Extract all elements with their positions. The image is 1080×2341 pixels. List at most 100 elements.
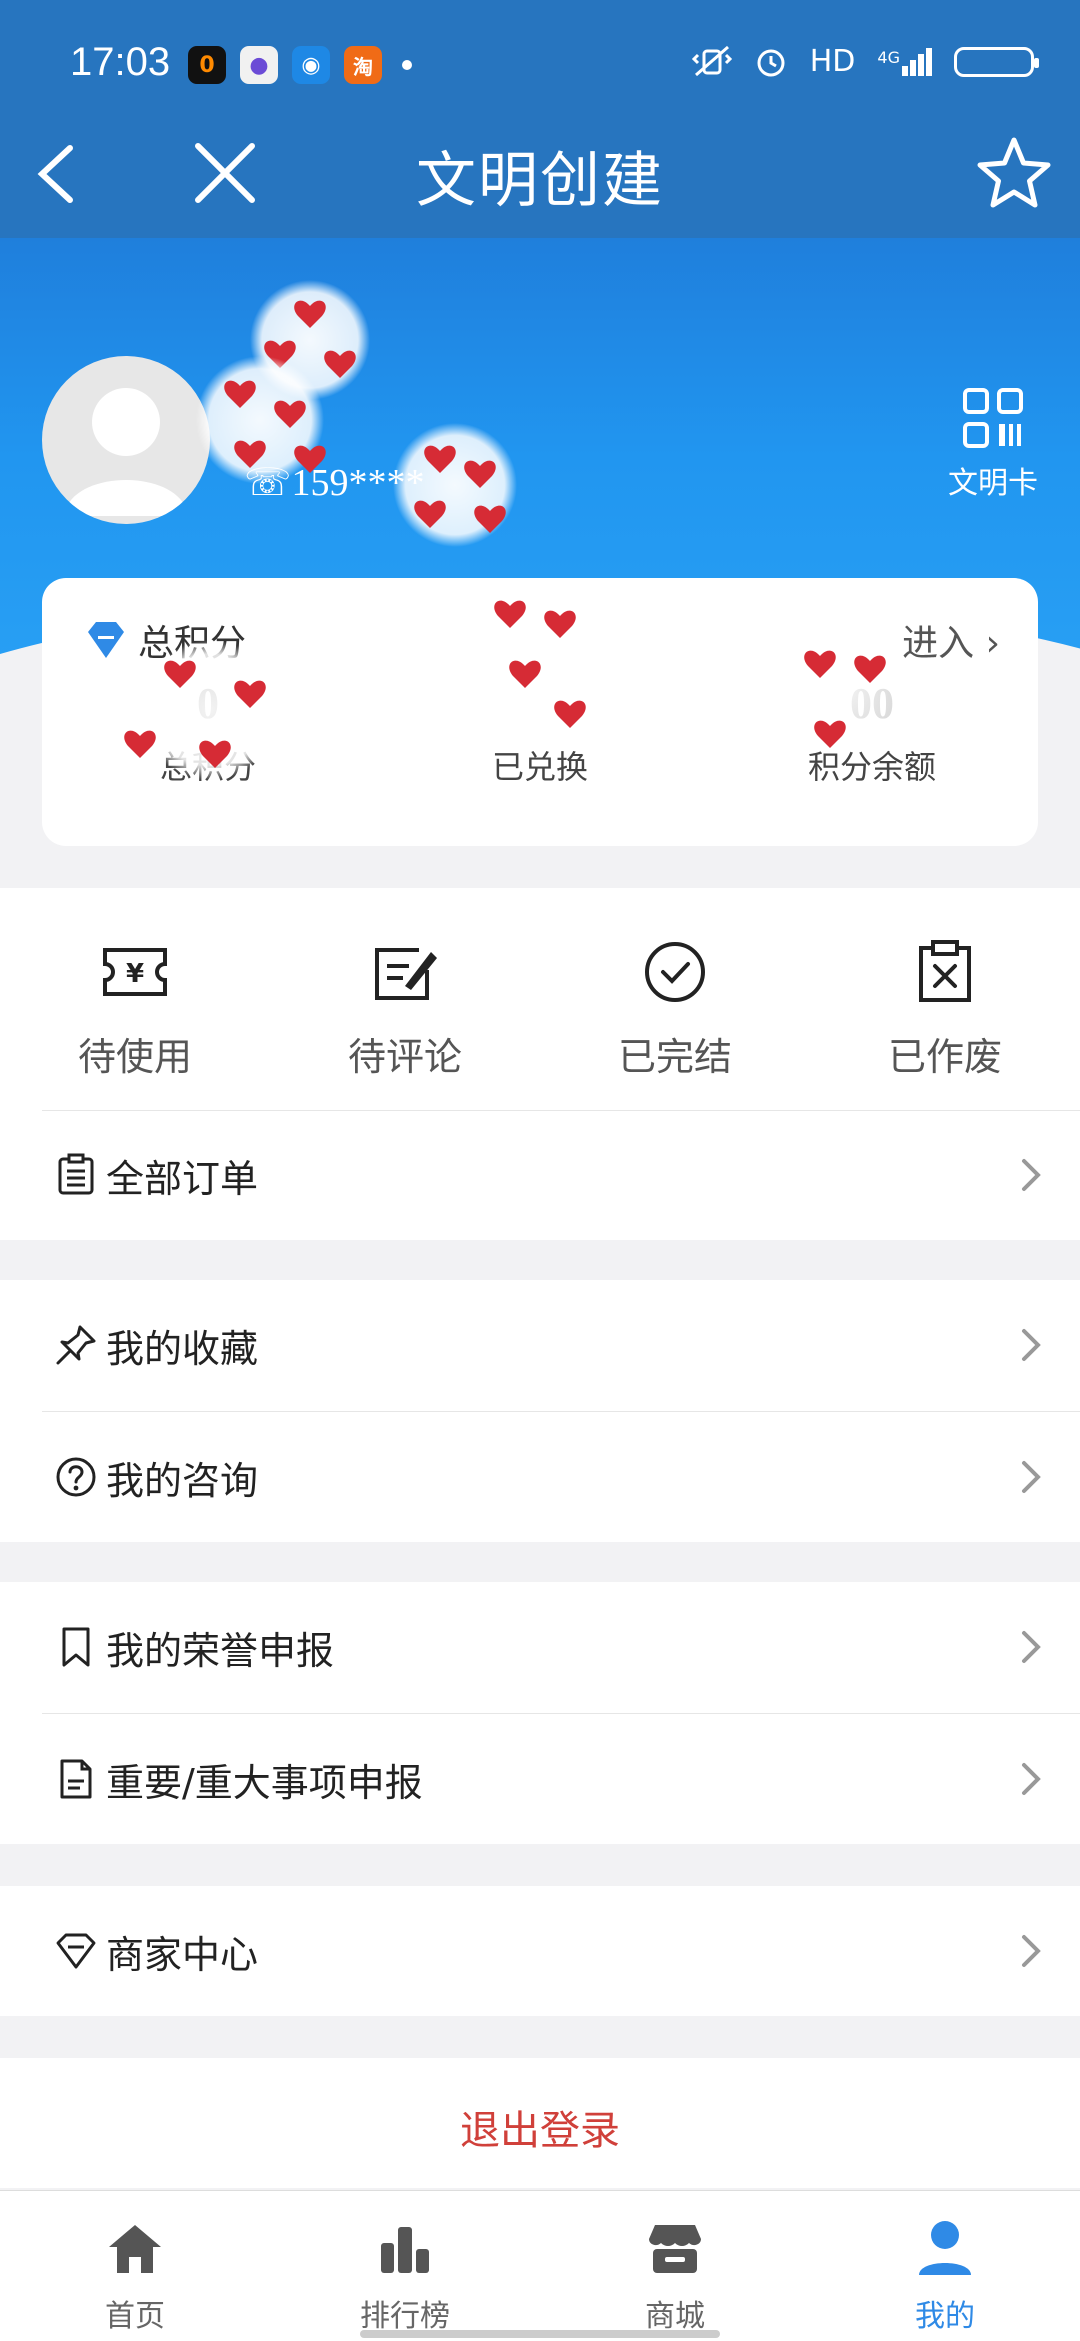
order-status-row: ¥ 待使用 待评论 已完结 已作废 [0, 936, 1080, 1081]
cancelled-clipboard-icon [919, 940, 971, 1002]
consult-label: 我的咨询 [106, 1458, 259, 1503]
order-status-label: 已作废 [887, 1035, 1002, 1079]
menu-group-2: 我的荣誉申报 重要/重大事项申报 [0, 1582, 1080, 1844]
help-circle-icon [56, 1457, 96, 1497]
points-stat-label: 已兑换 [491, 748, 588, 786]
points-stat-redeemed[interactable]: 已兑换 [374, 678, 706, 788]
points-stat-value: 0 [197, 679, 219, 728]
points-enter-link[interactable]: 进入 › [902, 614, 1000, 666]
signal-icon: 4G [877, 47, 932, 76]
logout-label: 退出登录 [460, 2108, 620, 2154]
order-status-completed[interactable]: 已完结 [540, 936, 810, 1081]
order-status-label: 待评论 [347, 1035, 462, 1079]
network-type-label: 4G [877, 47, 900, 67]
favorites-label: 我的收藏 [106, 1326, 259, 1371]
chevron-right-icon [1022, 1935, 1041, 1967]
battery-icon [954, 46, 1039, 77]
points-stat-total[interactable]: 0 总积分 [42, 678, 374, 788]
tab-ranking[interactable]: 排行榜 [270, 2191, 540, 2341]
user-icon [919, 2221, 971, 2275]
edit-icon [375, 948, 437, 1000]
tab-label: 排行榜 [360, 2299, 450, 2334]
civilization-card-label: 文明卡 [948, 466, 1038, 501]
points-stat-label: 总积分 [159, 748, 256, 786]
order-list-icon [58, 1153, 94, 1195]
points-enter-label: 进入 [902, 623, 975, 664]
tab-home[interactable]: 首页 [0, 2191, 270, 2341]
store-icon [649, 2225, 701, 2273]
phone-icon: ☏ [244, 462, 292, 504]
tab-label: 商城 [645, 2299, 705, 2334]
diamond-icon [88, 622, 124, 658]
home-indicator[interactable] [360, 2330, 720, 2338]
page-title: 文明创建 [416, 146, 664, 216]
network-label: HD [809, 44, 856, 79]
order-status-label: 待使用 [77, 1035, 192, 1079]
points-header: 总积分 [84, 614, 246, 666]
chevron-right-icon: › [985, 623, 1000, 664]
phone-text: 159**** [291, 462, 425, 504]
camera-app-icon: ◉ [292, 46, 330, 84]
all-orders-row[interactable]: 全部订单 [0, 1110, 1080, 1240]
alarm-icon [757, 49, 785, 76]
taobao-app-icon: 淘 [344, 46, 382, 84]
qr-grid-icon [963, 388, 1023, 448]
nav-bar: 文明创建 [0, 110, 1080, 238]
svg-text:¥: ¥ [126, 959, 144, 989]
tab-label: 首页 [105, 2299, 165, 2334]
phone-number: ☏159**** [244, 460, 425, 505]
points-card: 总积分 进入 › 0 总积分 已兑换 00 积分余额 [42, 578, 1038, 846]
order-status-pending-use[interactable]: ¥ 待使用 [0, 936, 270, 1081]
vibrate-icon [691, 45, 732, 76]
check-circle-icon [645, 942, 705, 1002]
points-stat-balance[interactable]: 00 积分余额 [706, 678, 1038, 788]
chevron-right-icon [1022, 1461, 1041, 1493]
orders-section: ¥ 待使用 待评论 已完结 已作废 全部订单 [0, 888, 1080, 1240]
ticket-icon: ¥ [103, 948, 167, 996]
order-status-pending-review[interactable]: 待评论 [270, 936, 540, 1081]
star-favorite-icon[interactable] [974, 134, 1054, 214]
menu-group-3: 商家中心 [0, 1886, 1080, 2016]
default-avatar-icon [64, 388, 188, 516]
messages-app-icon: ● [240, 46, 278, 84]
merchant-center-label: 商家中心 [106, 1932, 259, 1977]
pinduoduo-app-icon: 0 [188, 46, 226, 84]
bookmark-icon [62, 1627, 90, 1667]
honor-report-label: 我的荣誉申报 [106, 1628, 335, 1673]
notification-dot-icon [402, 60, 412, 70]
status-indicators: HD 4G [691, 44, 1039, 79]
consult-row[interactable]: 我的咨询 [0, 1412, 1080, 1542]
major-matters-row[interactable]: 重要/重大事项申报 [0, 1714, 1080, 1844]
points-stat-label: 积分余额 [807, 748, 936, 786]
diamond-outline-icon [56, 1933, 96, 1969]
chevron-right-icon [1022, 1329, 1041, 1361]
favorites-row[interactable]: 我的收藏 [0, 1280, 1080, 1410]
bottom-tab-bar: 首页 排行榜 商城 我的 [0, 2190, 1080, 2341]
document-icon [60, 1759, 92, 1799]
tab-label: 我的 [915, 2299, 975, 2334]
order-status-cancelled[interactable]: 已作废 [810, 936, 1080, 1081]
chevron-right-icon [1022, 1631, 1041, 1663]
all-orders-label: 全部订单 [106, 1156, 259, 1201]
major-matters-label: 重要/重大事项申报 [106, 1760, 423, 1805]
civilization-card-button[interactable]: 文明卡 [938, 386, 1048, 502]
chevron-right-icon [1022, 1763, 1041, 1795]
menu-group-1: 我的收藏 我的咨询 [0, 1280, 1080, 1542]
tab-mine[interactable]: 我的 [810, 2191, 1080, 2341]
points-stat-value [374, 678, 706, 734]
avatar[interactable] [42, 356, 210, 524]
chevron-right-icon [1022, 1159, 1041, 1191]
tab-store[interactable]: 商城 [540, 2191, 810, 2341]
pin-icon [56, 1325, 96, 1365]
points-stats: 0 总积分 已兑换 00 积分余额 [42, 678, 1038, 788]
honor-report-row[interactable]: 我的荣誉申报 [0, 1582, 1080, 1712]
logout-button[interactable]: 退出登录 [0, 2058, 1080, 2188]
merchant-center-row[interactable]: 商家中心 [0, 1886, 1080, 2016]
points-title: 总积分 [138, 623, 247, 664]
order-status-label: 已完结 [617, 1035, 732, 1079]
ranking-icon [381, 2227, 429, 2273]
status-app-icons: 0 ● ◉ 淘 [188, 46, 412, 84]
status-time: 17:03 [70, 40, 171, 84]
points-stat-value: 00 [850, 679, 894, 728]
home-icon [109, 2225, 161, 2273]
